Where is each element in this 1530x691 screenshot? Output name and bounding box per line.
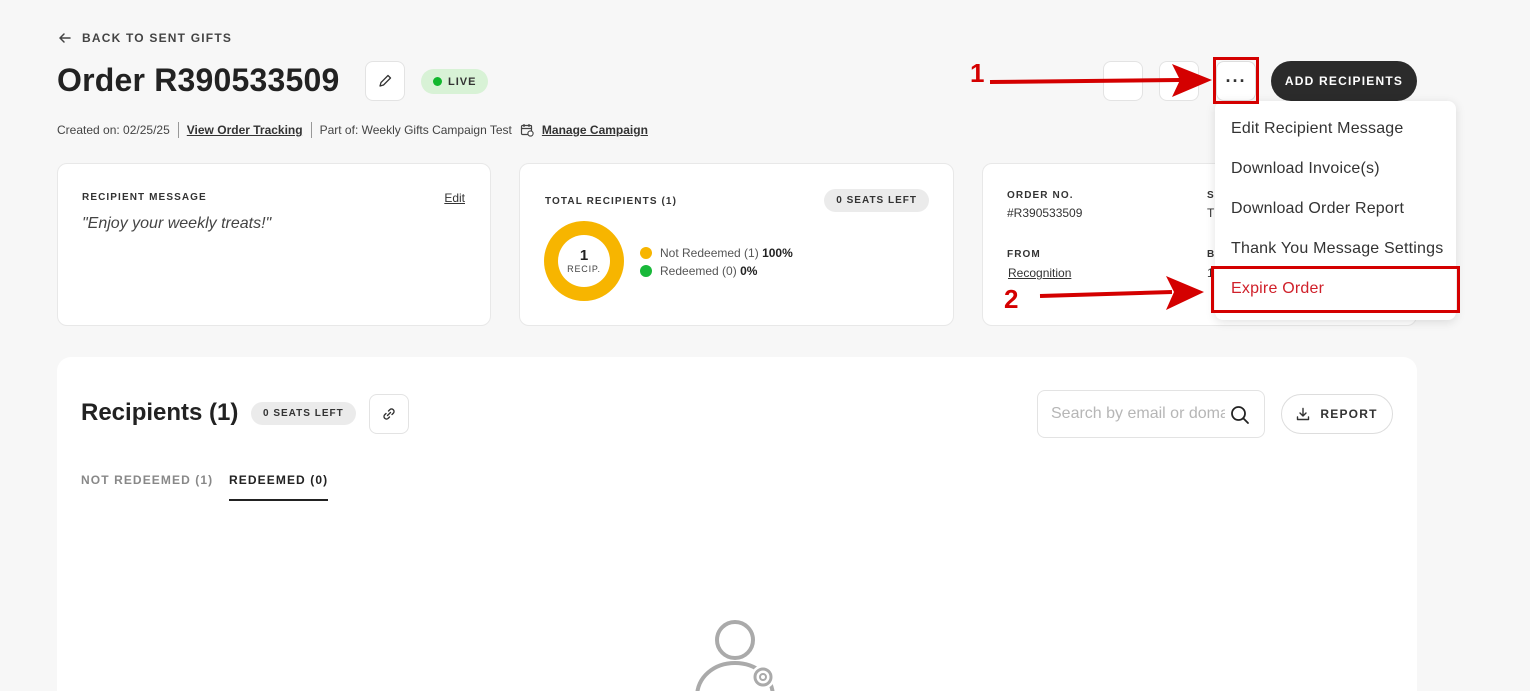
arrow-2-icon <box>1039 276 1204 310</box>
arrow-1-icon <box>989 64 1212 97</box>
annotation-arrows <box>989 64 1212 310</box>
